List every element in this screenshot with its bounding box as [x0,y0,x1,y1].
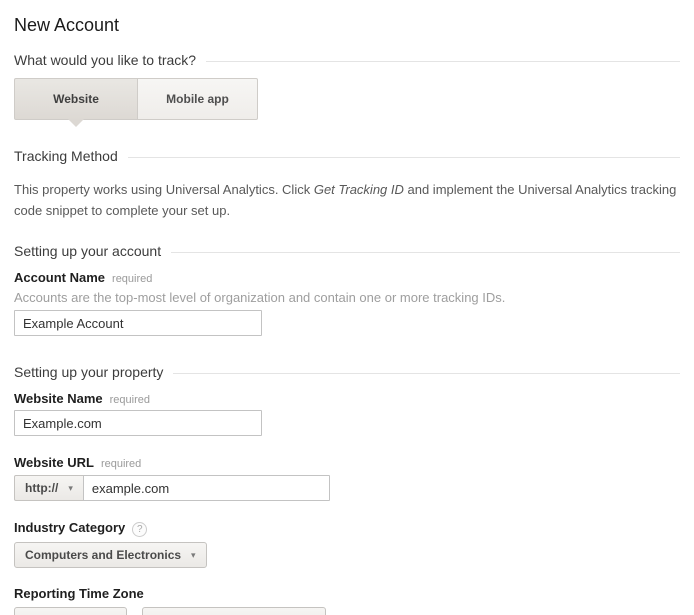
protocol-dropdown-value: http:// [25,481,58,495]
track-type-tabs: Website Mobile app [14,78,680,120]
website-url-required-tag: required [101,458,141,470]
time-zone-dropdown[interactable]: (GMT-05:00) Eastern Time ▾ [142,607,326,615]
website-url-label: Website URL [14,455,94,470]
tracking-method-description: This property works using Universal Anal… [14,179,680,221]
tracking-method-heading: Tracking Method [14,148,680,164]
protocol-dropdown[interactable]: http:// ▾ [14,475,84,501]
tracking-method-text: Tracking Method [14,148,118,164]
website-url-input[interactable] [83,475,330,501]
tab-mobile-app[interactable]: Mobile app [138,78,258,120]
website-url-label-row: Website URL required [14,455,680,470]
website-name-input[interactable] [14,410,262,436]
website-name-label: Website Name [14,391,103,406]
account-section-text: Setting up your account [14,243,161,259]
page-title: New Account [14,15,680,36]
new-account-page: New Account What would you like to track… [0,0,694,615]
track-question-heading: What would you like to track? [14,52,680,68]
heading-rule [173,373,680,374]
account-section-heading: Setting up your account [14,243,680,259]
reporting-time-zone-label: Reporting Time Zone [14,586,144,601]
website-name-label-row: Website Name required [14,391,680,406]
account-name-helper: Accounts are the top-most level of organ… [14,290,680,305]
track-question-text: What would you like to track? [14,52,196,68]
account-name-label-row: Account Name required [14,270,680,285]
industry-category-label-row: Industry Category ? [14,520,680,537]
chevron-down-icon: ▾ [191,551,196,560]
property-section-text: Setting up your property [14,364,163,380]
account-name-input[interactable] [14,310,262,336]
industry-category-value: Computers and Electronics [25,548,181,562]
property-section-heading: Setting up your property [14,364,680,380]
heading-rule [171,252,680,253]
account-name-required-tag: required [112,273,152,285]
heading-rule [206,61,680,62]
reporting-time-zone-label-row: Reporting Time Zone [14,586,680,601]
country-dropdown[interactable]: United States ▾ [14,607,127,615]
industry-category-row: Computers and Electronics ▾ [14,542,680,568]
industry-category-label: Industry Category [14,520,125,535]
tab-website[interactable]: Website [14,78,138,120]
industry-category-dropdown[interactable]: Computers and Electronics ▾ [14,542,207,568]
chevron-down-icon: ▾ [68,484,73,493]
get-tracking-id-emphasis: Get Tracking ID [314,182,404,197]
description-part-before: This property works using Universal Anal… [14,182,314,197]
website-url-row: http:// ▾ [14,475,680,501]
website-name-required-tag: required [110,394,150,406]
account-name-label: Account Name [14,270,105,285]
heading-rule [128,157,680,158]
help-icon[interactable]: ? [132,522,147,537]
reporting-time-zone-row: United States ▾ (GMT-05:00) Eastern Time… [14,607,680,615]
